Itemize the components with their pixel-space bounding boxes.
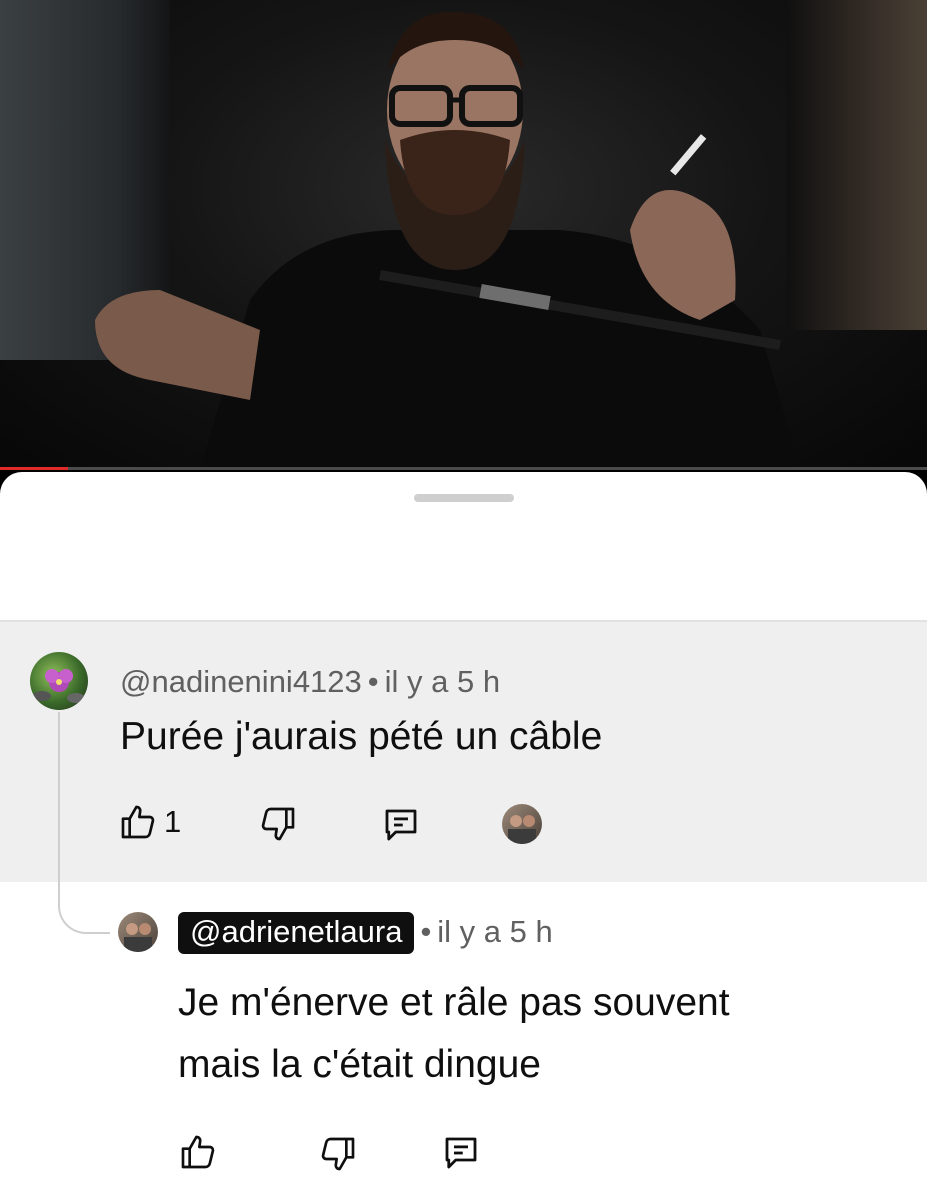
like-count: 1 (164, 804, 182, 839)
meta-separator: • (420, 914, 432, 949)
video-progress-fill (0, 467, 68, 470)
reply-avatar-icon (124, 923, 152, 952)
reply-like-button[interactable] (178, 1132, 218, 1172)
reply-text: Je m'énerve et râle pas souvent mais la … (178, 972, 730, 1095)
video-frame-person (95, 11, 800, 470)
comments-sheet: @nadinenini4123 • il y a 5 h Purée j'aurai… (0, 472, 927, 1200)
reply-reply-button[interactable] (440, 1132, 482, 1174)
dislike-button[interactable] (258, 804, 298, 844)
reply-dislike-button[interactable] (318, 1134, 358, 1174)
video-progress-bar[interactable] (0, 467, 927, 470)
reply-text-line2: mais la c'était dingue (178, 1042, 541, 1086)
reply-author-chip[interactable]: @adrienetlaura (178, 912, 415, 954)
comment-avatar[interactable] (30, 652, 88, 710)
reply-icon (445, 1137, 477, 1169)
reply-text-line1: Je m'énerve et râle pas souvent (178, 981, 730, 1024)
video-player[interactable] (0, 0, 927, 470)
reply-avatar[interactable] (118, 912, 158, 952)
creator-heart-avatar (502, 804, 542, 844)
thumbs-up-icon (121, 805, 155, 839)
thread-connector (58, 712, 110, 934)
comment-text: Purée j'aurais pété un câble (120, 715, 603, 758)
orchid-icon (33, 669, 85, 703)
comment-time[interactable]: il y a 5 h (385, 664, 500, 699)
like-button[interactable]: 1 (118, 802, 181, 842)
comment-author[interactable]: @nadinenini4123 (120, 664, 362, 699)
sheet-drag-handle[interactable] (414, 494, 514, 502)
thumbs-down-icon (261, 807, 295, 841)
reply-icon (385, 809, 417, 841)
thumbs-up-icon (181, 1135, 215, 1169)
thumbs-down-icon (321, 1137, 355, 1171)
reply-time[interactable]: il y a 5 h (437, 914, 552, 949)
reply-meta: @adrienetlaura • il y a 5 h (178, 912, 553, 954)
reply-button[interactable] (380, 804, 422, 846)
meta-separator: • (367, 664, 379, 699)
comment-meta: @nadinenini4123 • il y a 5 h (120, 664, 500, 700)
comment-highlighted: @nadinenini4123 • il y a 5 h Purée j'aurai… (0, 622, 927, 882)
creator-avatar-icon (508, 815, 536, 844)
